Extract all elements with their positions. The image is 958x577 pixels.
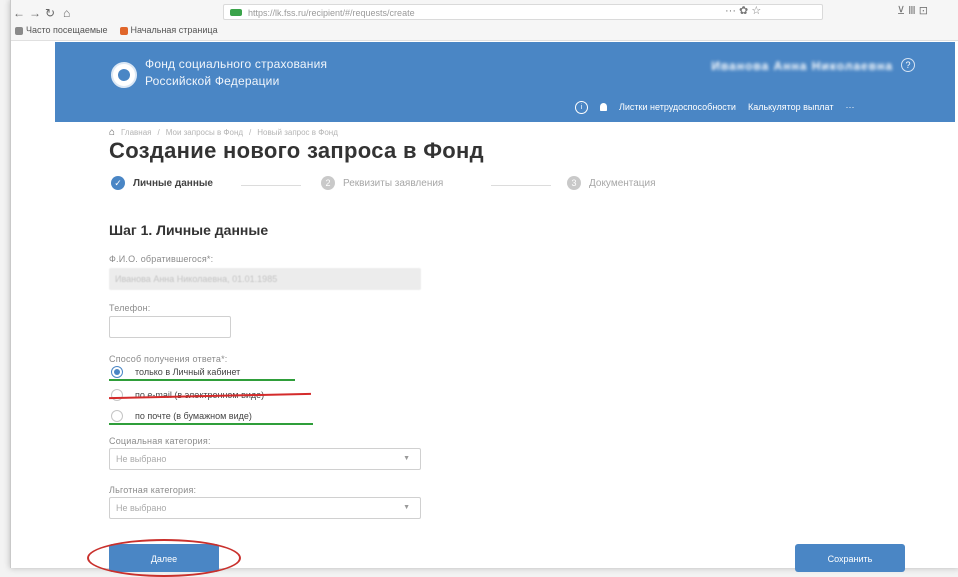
help-icon[interactable]: ? [901, 58, 915, 72]
firefox-icon [119, 26, 128, 35]
user-name[interactable]: Иванова Анна Николаевна [593, 56, 893, 76]
org-name-line2: Российской Федерации [145, 74, 280, 88]
radio-checked-icon[interactable] [111, 366, 123, 378]
home-browser-icon[interactable]: ⌂ [63, 6, 70, 20]
bookmark-frequent[interactable]: Часто посещаемые [15, 25, 108, 35]
step-documents[interactable]: 3 Документация [567, 176, 656, 190]
back-icon[interactable]: ← [13, 6, 25, 20]
social-category-select[interactable]: Не выбрано ▼ [109, 448, 421, 470]
annotation-green-underline [109, 423, 313, 425]
breadcrumb-main[interactable]: Главная [121, 128, 151, 137]
breadcrumb-current: Новый запрос в Фонд [257, 128, 338, 137]
browser-window: ← → ↻ ⌂ https://lk.fss.ru/recipient/#/re… [10, 0, 958, 577]
fss-logo-icon[interactable] [111, 62, 137, 88]
step-label: Документация [589, 177, 656, 189]
annotation-green-underline [109, 379, 295, 381]
annotation-red-ellipse [87, 539, 241, 577]
check-icon: ✓ [111, 176, 125, 190]
address-text: https://lk.fss.ru/recipient/#/requests/c… [248, 8, 415, 18]
header-nav: i Листки нетрудоспособности Калькулятор … [575, 98, 854, 116]
privileged-category-select[interactable]: Не выбрано ▼ [109, 497, 421, 519]
home-icon[interactable]: ⌂ [109, 127, 115, 138]
breadcrumb-sep: / [157, 128, 160, 137]
select-value: Не выбрано [116, 503, 167, 513]
radio-option-post[interactable]: по почте (в бумажном виде) [111, 410, 252, 422]
breadcrumb: ⌂ Главная / Мои запросы в Фонд / Новый з… [109, 127, 338, 138]
select-value: Не выбрано [116, 454, 167, 464]
breadcrumb-requests[interactable]: Мои запросы в Фонд [166, 128, 243, 137]
radio-label: только в Личный кабинет [135, 367, 241, 377]
bell-icon[interactable] [600, 103, 607, 111]
nav-more-icon[interactable]: ··· [845, 102, 854, 112]
save-button[interactable]: Сохранить [795, 544, 905, 572]
step-number-badge: 3 [567, 176, 581, 190]
radio-icon[interactable] [111, 389, 123, 401]
page-actions-icon[interactable]: ··· ✿ ☆ [725, 4, 761, 17]
breadcrumb-sep: / [249, 128, 252, 137]
step-label: Реквизиты заявления [343, 177, 444, 189]
fio-label: Ф.И.О. обратившегося*: [109, 254, 214, 264]
step-connector [491, 185, 551, 186]
fio-field: Иванова Анна Николаевна, 01.01.1985 [109, 268, 421, 290]
org-name-line1: Фонд социального страхования [145, 57, 328, 71]
folder-icon [15, 26, 23, 35]
chevron-down-icon: ▼ [403, 455, 410, 462]
social-category-label: Социальная категория: [109, 436, 211, 446]
radio-label: по почте (в бумажном виде) [135, 411, 252, 421]
radio-icon[interactable] [111, 410, 123, 422]
answer-method-label: Способ получения ответа*: [109, 354, 228, 364]
toolbar-extras-icon[interactable]: ⊻ Ⅲ ⊡ [897, 4, 928, 17]
step-personal-data[interactable]: ✓ Личные данные [111, 176, 213, 190]
phone-label: Телефон: [109, 303, 151, 313]
step-label: Личные данные [133, 177, 213, 189]
step-title: Шаг 1. Личные данные [109, 222, 269, 238]
radio-option-cabinet[interactable]: только в Личный кабинет [111, 366, 240, 378]
browser-toolbar: ← → ↻ ⌂ https://lk.fss.ru/recipient/#/re… [11, 0, 958, 41]
lock-icon [230, 9, 242, 16]
privileged-category-label: Льготная категория: [109, 485, 197, 495]
org-name[interactable]: Фонд социального страхования Российской … [145, 56, 327, 90]
nav-calculator[interactable]: Калькулятор выплат [748, 102, 834, 112]
step-requisites[interactable]: 2 Реквизиты заявления [321, 176, 443, 190]
site-header: Фонд социального страхования Российской … [55, 42, 955, 122]
chevron-down-icon: ▼ [403, 504, 410, 511]
step-number-badge: 2 [321, 176, 335, 190]
phone-input[interactable] [109, 316, 231, 338]
bookmark-start[interactable]: Начальная страница [119, 25, 218, 35]
page-title: Создание нового запроса в Фонд [109, 138, 484, 163]
info-icon[interactable]: i [575, 100, 588, 114]
bookmarks-bar: Часто посещаемые Начальная страница [15, 22, 218, 38]
forward-icon[interactable]: → [29, 6, 41, 20]
refresh-icon[interactable]: ↻ [45, 6, 55, 20]
step-connector [241, 185, 301, 186]
nav-sick-leave[interactable]: Листки нетрудоспособности [619, 102, 736, 112]
stepper: ✓ Личные данные 2 Реквизиты заявления 3 … [111, 176, 691, 196]
